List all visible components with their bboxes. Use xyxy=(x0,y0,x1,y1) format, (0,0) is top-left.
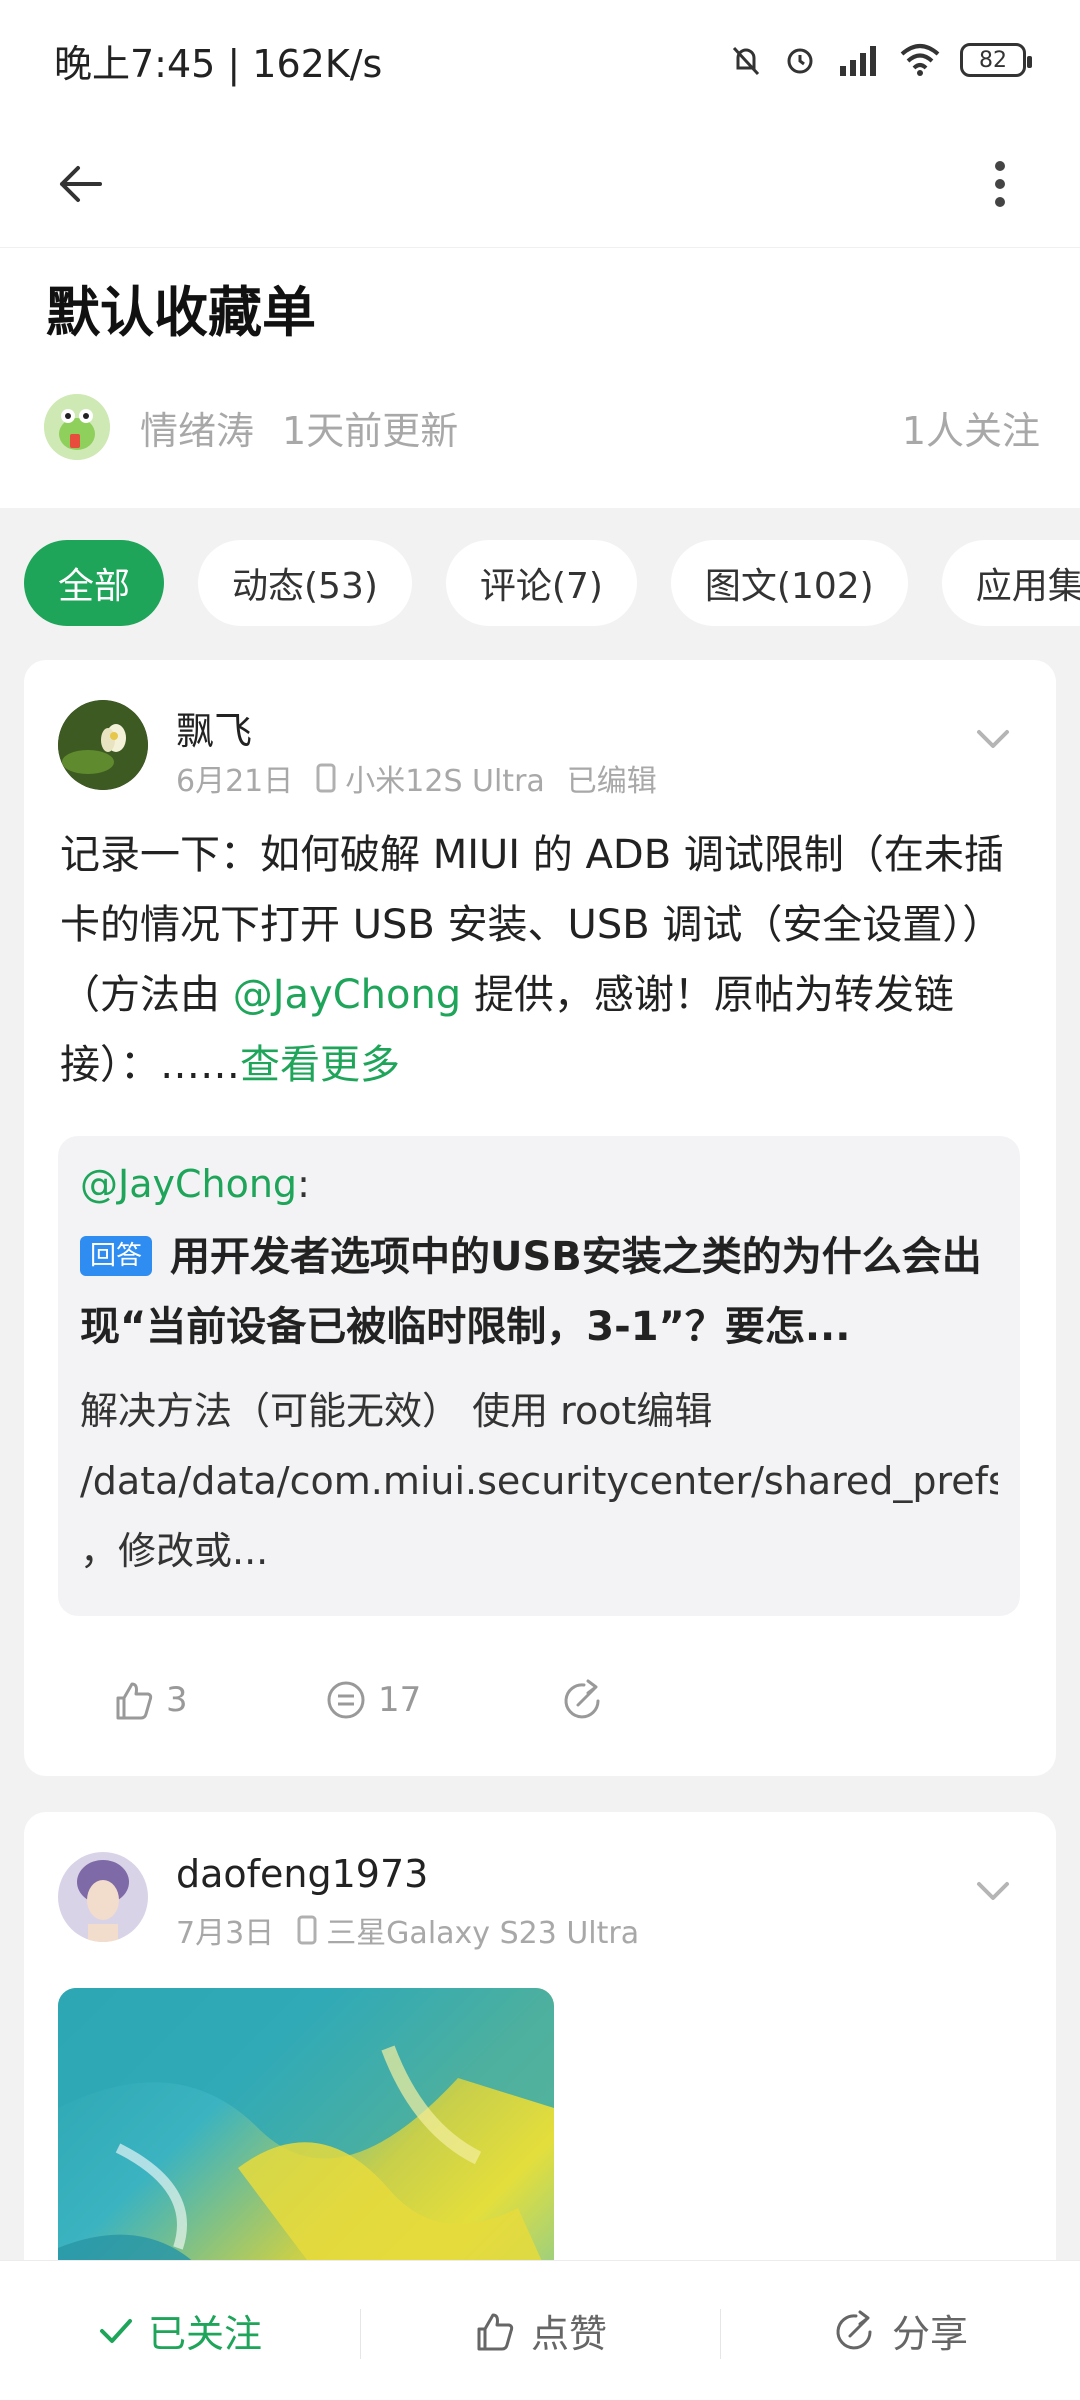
post-card[interactable]: 飘飞 6月21日 小米12S Ultra 已编辑 记录一下：如何破解 MIUI … xyxy=(24,660,1056,1776)
followers-count: 1人关注 xyxy=(901,408,1040,453)
avatar[interactable] xyxy=(58,700,148,790)
like-collection-button[interactable]: 点赞 xyxy=(360,2291,720,2371)
portrait-avatar-icon xyxy=(58,1852,148,1942)
tab-articles[interactable]: 图文(102) xyxy=(670,540,908,626)
status-icons: 82 xyxy=(728,42,1032,78)
like-count: 3 xyxy=(166,1680,188,1720)
quote-title-text: 用开发者选项中的USB安装之类的为什么会出现“当前设备已被临时限制，3-1”？要… xyxy=(80,1234,982,1350)
owner-name[interactable]: 情绪涛 xyxy=(140,400,254,455)
quote-mention-link[interactable]: @JayChong xyxy=(80,1162,297,1206)
tab-posts[interactable]: 动态(53) xyxy=(198,540,412,626)
comment-count: 17 xyxy=(378,1680,422,1720)
collection-meta: 情绪涛 1天前更新 1人关注 xyxy=(44,392,1040,462)
comment-icon xyxy=(327,1681,365,1719)
follow-button[interactable]: 已关注 xyxy=(0,2291,360,2371)
battery-level: 82 xyxy=(979,47,1007,73)
follow-label: 已关注 xyxy=(147,2312,262,2356)
thumbs-up-icon xyxy=(116,1682,153,1720)
quote-body: 解决方法（可能无效） 使用 root编辑 /data/data/com.miui… xyxy=(80,1389,998,1573)
comment-button[interactable]: 17 xyxy=(324,1660,421,1740)
avatar[interactable] xyxy=(58,1852,148,1942)
share-collection-button[interactable]: 分享 xyxy=(720,2291,1080,2371)
owner-avatar[interactable] xyxy=(44,394,110,460)
status-time: 晚上7:45 | 162K/s xyxy=(54,41,383,86)
share-icon xyxy=(564,1679,600,1719)
author-name[interactable]: daofeng1973 xyxy=(176,1852,428,1896)
more-vertical-icon xyxy=(995,160,1005,207)
post-meta: 6月21日 小米12S Ultra 已编辑 xyxy=(176,756,657,800)
tab-app-collections[interactable]: 应用集( xyxy=(941,540,1080,626)
share-button[interactable] xyxy=(560,1660,606,1740)
top-bar xyxy=(0,120,1080,248)
post-device: 小米12S Ultra xyxy=(345,764,545,799)
edited-label: 已编辑 xyxy=(566,764,657,799)
back-arrow-icon xyxy=(60,165,102,202)
more-options-button[interactable] xyxy=(960,144,1040,224)
share-label: 分享 xyxy=(891,2312,968,2356)
mention-link[interactable]: @JayChong xyxy=(233,972,461,1018)
bottom-action-bar: 已关注 点赞 分享 xyxy=(0,2260,1080,2400)
post-date: 6月21日 xyxy=(176,764,294,799)
post-text[interactable]: 记录一下：如何破解 MIUI 的 ADB 调试限制（在未插卡的情况下打开 USB… xyxy=(60,820,1020,1100)
check-icon xyxy=(99,2318,132,2343)
post-author-row: 飘飞 6月21日 小米12S Ultra 已编辑 xyxy=(58,700,1018,799)
quote-colon: : xyxy=(297,1162,310,1206)
post-menu-button[interactable] xyxy=(968,1866,1018,1916)
like-label: 点赞 xyxy=(530,2312,607,2356)
chevron-down-icon xyxy=(977,730,1009,748)
lotus-avatar-icon xyxy=(58,700,148,790)
quote-mention: @JayChong: xyxy=(80,1156,998,1212)
battery-icon: 82 xyxy=(960,43,1032,77)
tab-all[interactable]: 全部 xyxy=(24,540,165,626)
phone-icon xyxy=(316,763,336,793)
phone-icon xyxy=(297,1915,317,1945)
filter-tabs: 全部 动态(53) 评论(7) 图文(102) 应用集( xyxy=(24,540,1080,626)
post-menu-button[interactable] xyxy=(968,714,1018,764)
answer-badge: 回答 xyxy=(80,1236,153,1276)
updated-time: 1天前更新 xyxy=(282,408,459,453)
post-author-row: daofeng1973 7月3日 三星Galaxy S23 Ultra xyxy=(58,1852,1018,1951)
like-button[interactable]: 3 xyxy=(112,1660,188,1740)
tab-comments[interactable]: 评论(7) xyxy=(445,540,637,626)
frog-avatar-icon xyxy=(44,394,110,460)
page: 晚上7:45 | 162K/s 82 默认收藏单 情绪涛 1天前更新 1人关注 … xyxy=(0,0,1080,2400)
share-icon xyxy=(836,2310,872,2349)
thumbs-up-icon xyxy=(477,2313,514,2350)
wifi-icon xyxy=(900,44,940,76)
signal-icon xyxy=(840,46,876,76)
quote-title: 回答 用开发者选项中的USB安装之类的为什么会出现“当前设备已被临时限制，3-1”… xyxy=(80,1222,998,1362)
see-more-link[interactable]: 查看更多 xyxy=(240,1042,400,1088)
status-bar: 晚上7:45 | 162K/s 82 xyxy=(0,0,1080,120)
mute-bell-icon xyxy=(732,46,760,76)
author-name[interactable]: 飘飞 xyxy=(176,700,252,755)
post-actions: 3 17 xyxy=(24,1660,1056,1740)
post-date: 7月3日 xyxy=(176,1916,275,1951)
collection-header: 默认收藏单 情绪涛 1天前更新 1人关注 xyxy=(0,248,1080,508)
post-meta: 7月3日 三星Galaxy S23 Ultra xyxy=(176,1908,639,1952)
back-button[interactable] xyxy=(40,144,120,224)
chevron-down-icon xyxy=(977,1882,1009,1900)
page-title: 默认收藏单 xyxy=(46,281,316,344)
alarm-icon xyxy=(787,48,813,74)
quoted-answer[interactable]: @JayChong: 回答 用开发者选项中的USB安装之类的为什么会出现“当前设备… xyxy=(58,1136,1020,1616)
post-device: 三星Galaxy S23 Ultra xyxy=(326,1916,640,1951)
